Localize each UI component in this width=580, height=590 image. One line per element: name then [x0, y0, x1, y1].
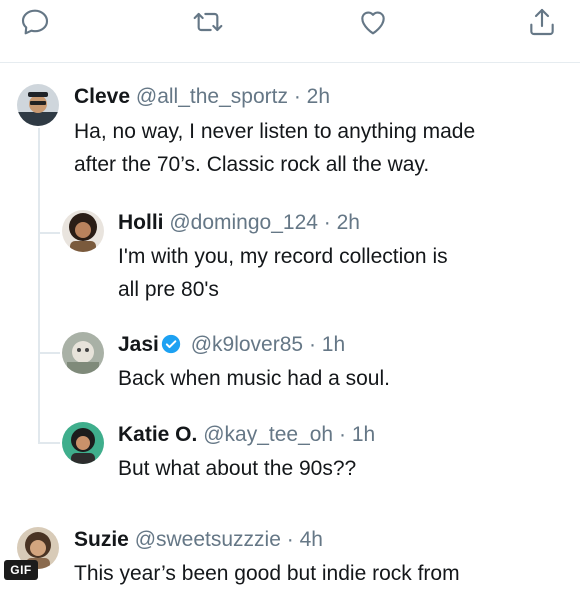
tweet-text-line: Ha, no way, I never listen to anything m…	[74, 120, 476, 143]
tweet-text: This year’s been good but indie rock fro…	[74, 557, 578, 590]
tweet-header: Holli @domingo_124 · 2h	[118, 210, 578, 236]
separator-dot: ·	[286, 528, 294, 551]
like-button[interactable]	[355, 4, 391, 40]
avatar-katie-icon	[62, 422, 104, 464]
user-handle[interactable]: @sweetsuzzzie	[135, 528, 281, 551]
thread-branch	[38, 232, 60, 234]
user-handle[interactable]: @kay_tee_oh	[203, 423, 333, 446]
tweet-text: But what about the 90s??	[118, 452, 578, 485]
tweet-header: Katie O. @kay_tee_oh · 1h	[118, 422, 578, 448]
timestamp[interactable]: 1h	[352, 423, 375, 446]
tweet-text-line: Back when music had a soul.	[118, 367, 390, 390]
avatar-holli-icon	[62, 210, 104, 252]
avatar[interactable]	[62, 210, 104, 252]
user-handle[interactable]: @k9lover85	[191, 333, 303, 356]
tweet: Katie O. @kay_tee_oh · 1h But what about…	[118, 422, 578, 485]
separator-dot: ·	[323, 211, 331, 234]
timestamp[interactable]: 4h	[300, 528, 323, 551]
user-handle[interactable]: @all_the_sportz	[136, 85, 288, 108]
tweet-text-line: all pre 80's	[118, 278, 219, 301]
divider	[0, 62, 580, 63]
tweet: Jasi @k9lover85 · 1h Back when music had…	[118, 332, 578, 395]
tweet-text-line: This year’s been good but indie rock fro…	[74, 562, 460, 585]
avatar-cleve-icon	[17, 84, 59, 126]
avatar[interactable]	[17, 84, 59, 126]
tweet: Holli @domingo_124 · 2h I'm with you, my…	[118, 210, 578, 306]
tweet-text-line: after the 70’s. Classic rock all the way…	[74, 153, 430, 176]
thread-line	[38, 128, 40, 444]
tweet-text: I'm with you, my record collection is al…	[118, 240, 578, 306]
share-icon	[530, 8, 554, 36]
tweet-text: Ha, no way, I never listen to anything m…	[74, 115, 574, 181]
separator-dot: ·	[338, 423, 346, 446]
share-button[interactable]	[524, 4, 560, 40]
tweet-action-bar	[0, 0, 580, 46]
avatar[interactable]	[62, 422, 104, 464]
tweet-text-line: But what about the 90s??	[118, 457, 357, 480]
display-name[interactable]: Jasi	[118, 333, 159, 356]
avatar-jasi-icon	[62, 332, 104, 374]
thread-branch	[38, 352, 60, 354]
tweet-header: Cleve @all_the_sportz · 2h	[74, 84, 574, 110]
verified-badge-icon	[161, 334, 181, 354]
tweet-header: Suzie @sweetsuzzzie · 4h	[74, 527, 578, 553]
tweet: Cleve @all_the_sportz · 2h Ha, no way, I…	[74, 84, 574, 181]
retweet-button[interactable]	[190, 4, 226, 40]
thread-branch	[38, 442, 60, 444]
tweet: Suzie @sweetsuzzzie · 4h This year’s bee…	[74, 527, 578, 590]
tweet-text: Back when music had a soul.	[118, 362, 578, 395]
display-name[interactable]: Cleve	[74, 85, 130, 108]
separator-dot: ·	[293, 85, 301, 108]
display-name[interactable]: Holli	[118, 211, 164, 234]
user-handle[interactable]: @domingo_124	[169, 211, 318, 234]
heart-icon	[361, 11, 385, 35]
retweet-icon	[193, 12, 223, 32]
avatar[interactable]	[62, 332, 104, 374]
reply-button[interactable]	[17, 4, 53, 40]
display-name[interactable]: Suzie	[74, 528, 129, 551]
tweet-text-line: I'm with you, my record collection is	[118, 245, 448, 268]
timestamp[interactable]: 2h	[337, 211, 360, 234]
separator-dot: ·	[308, 333, 316, 356]
tweet-header: Jasi @k9lover85 · 1h	[118, 332, 578, 358]
timestamp[interactable]: 2h	[307, 85, 330, 108]
display-name[interactable]: Katie O.	[118, 423, 197, 446]
gif-badge: GIF	[4, 560, 38, 580]
timestamp[interactable]: 1h	[322, 333, 345, 356]
speech-bubble-icon	[21, 9, 49, 35]
